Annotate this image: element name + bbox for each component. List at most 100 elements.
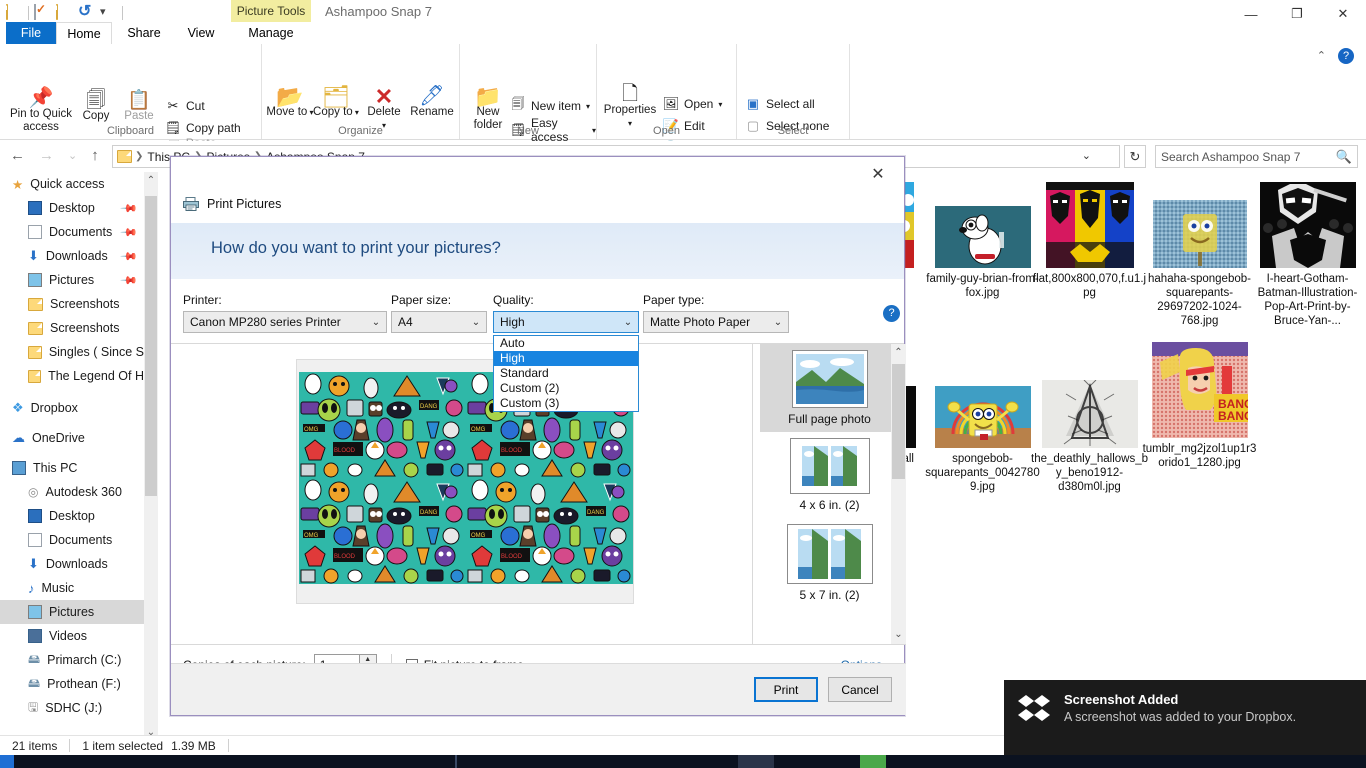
open-button[interactable]: 🖼 Open ▾ — [662, 94, 723, 114]
sidebar-item-screenshots[interactable]: Screenshots — [0, 292, 144, 316]
properties-icon[interactable] — [34, 3, 51, 22]
cut-button[interactable]: ✂ Cut — [165, 96, 205, 116]
tab-view[interactable]: View — [176, 22, 226, 44]
print-button[interactable]: Print — [754, 677, 818, 702]
taskbar-item[interactable] — [738, 755, 774, 768]
new-folder-icon[interactable] — [56, 3, 73, 22]
sidebar-item-dropbox[interactable]: ❖ Dropbox — [0, 396, 144, 420]
refresh-button[interactable]: ↻ — [1124, 145, 1146, 168]
sidebar-item-pictures[interactable]: Pictures 📌 — [0, 268, 144, 292]
sidebar-item-downloads[interactable]: ⬇ Downloads 📌 — [0, 244, 144, 268]
sidebar-item-downloads-pc[interactable]: ⬇ Downloads — [0, 552, 144, 576]
sidebar-item-this-pc[interactable]: This PC — [0, 456, 144, 480]
sidebar-item-quick-access[interactable]: ★ Quick access — [0, 172, 144, 196]
sidebar-item-screenshots-synced[interactable]: Screenshots — [0, 316, 144, 340]
dialog-close-button[interactable]: ✕ — [858, 161, 898, 187]
file-tile[interactable]: I-heart-Gotham-Batman-Illustration-Pop-A… — [1249, 172, 1366, 328]
quality-option-standard[interactable]: Standard — [494, 366, 638, 381]
paper-type-select[interactable]: Matte Photo Paper ⌄ — [643, 311, 789, 333]
scrollbar-thumb[interactable] — [145, 196, 157, 496]
sidebar-item-autodesk-360[interactable]: ◎ Autodesk 360 — [0, 480, 144, 504]
dropbox-notification-toast[interactable]: Screenshot Added A screenshot was added … — [1004, 680, 1366, 755]
copy-to-button[interactable]: 🗂 Copy to ▾ — [312, 86, 360, 119]
sidebar-item-documents[interactable]: Documents 📌 — [0, 220, 144, 244]
back-button[interactable]: ← — [10, 147, 25, 164]
pin-icon[interactable]: 📌 — [120, 271, 139, 289]
move-to-button[interactable]: 📂 Move to ▾ — [266, 86, 314, 119]
quality-option-high[interactable]: High — [494, 351, 638, 366]
scrollbar-thumb[interactable] — [892, 364, 905, 479]
sidebar-item-desktop-pc[interactable]: Desktop — [0, 504, 144, 528]
pin-icon[interactable]: 📌 — [120, 247, 139, 265]
file-tile[interactable]: family-guy-brian-from-fox.jpg — [924, 172, 1041, 300]
copy-button[interactable]: 🗐 Copy — [74, 91, 118, 123]
recent-locations-icon[interactable]: ⌄ — [68, 149, 77, 162]
sidebar-item-documents-pc[interactable]: Documents — [0, 528, 144, 552]
sidebar-item-desktop[interactable]: Desktop 📌 — [0, 196, 144, 220]
help-icon[interactable]: ? — [1338, 48, 1354, 64]
layout-option-full-page[interactable]: Full page photo — [759, 344, 900, 432]
tab-home[interactable]: Home — [56, 22, 112, 44]
printer-select[interactable]: Canon MP280 series Printer ⌄ — [183, 311, 387, 333]
layout-option-5x7[interactable]: 5 x 7 in. (2) — [760, 518, 900, 608]
quality-option-custom-3[interactable]: Custom (3) — [494, 396, 638, 411]
quality-option-custom-2[interactable]: Custom (2) — [494, 381, 638, 396]
file-tile[interactable]: BANG BANG tumblr_mg2jzol1up1r3orido1_128… — [1141, 342, 1258, 470]
file-tile[interactable]: flat,800x800,070,f.u1.jpg — [1031, 172, 1148, 300]
cancel-button[interactable]: Cancel — [828, 677, 892, 702]
layout-label: 4 x 6 in. (2) — [799, 498, 860, 512]
nav-pane-scrollbar[interactable]: ⌃ ⌄ — [144, 172, 158, 742]
properties-label: Properties — [603, 104, 657, 116]
collapse-ribbon-icon[interactable]: ⌃ — [1317, 49, 1326, 62]
taskbar-item[interactable] — [455, 755, 457, 768]
layout-scrollbar[interactable]: ⌃ ⌄ — [891, 344, 906, 644]
customize-qat-icon[interactable]: ▾ — [100, 5, 117, 22]
taskbar-item[interactable] — [860, 755, 886, 768]
rename-button[interactable]: 🖊 Rename — [406, 86, 458, 119]
qat-divider-2 — [122, 6, 123, 20]
file-tile[interactable]: the_deathly_hallows_by_beno1912-d380m0l.… — [1031, 352, 1148, 494]
scroll-up-arrow[interactable]: ⌃ — [144, 172, 158, 190]
quality-select[interactable]: High ⌄ — [493, 311, 639, 333]
sidebar-item-singles[interactable]: Singles ( Since S — [0, 340, 144, 364]
forward-button[interactable]: → — [39, 147, 54, 164]
scroll-up-arrow[interactable]: ⌃ — [891, 344, 906, 362]
group-label-clipboard: Clipboard — [106, 125, 155, 137]
tab-file[interactable]: File — [6, 22, 56, 44]
pin-icon[interactable]: 📌 — [120, 199, 139, 217]
taskbar-start-button[interactable] — [0, 755, 14, 768]
tab-manage[interactable]: Manage — [231, 22, 311, 44]
sidebar-item-sdhc-j[interactable]: 🖫 SDHC (J:) — [0, 696, 144, 720]
sidebar-item-legend-of-h[interactable]: The Legend Of H — [0, 364, 144, 388]
file-tile[interactable]: spongebob-squarepants_00427809.jpg — [924, 352, 1041, 494]
quality-option-auto[interactable]: Auto — [494, 336, 638, 351]
properties-button[interactable]: 🗋 Properties ▾ — [599, 84, 661, 130]
tab-share[interactable]: Share — [116, 22, 172, 44]
up-button[interactable]: ↑ — [91, 147, 99, 164]
scroll-down-arrow[interactable]: ⌄ — [891, 626, 906, 644]
search-input[interactable]: Search Ashampoo Snap 7 🔍 — [1155, 145, 1358, 168]
quality-dropdown-list[interactable]: Auto High Standard Custom (2) Custom (3) — [493, 335, 639, 412]
pin-icon[interactable]: 📌 — [120, 223, 139, 241]
chevron-down-icon[interactable]: ⌄ — [1082, 149, 1091, 162]
open-icon: 🖼 — [662, 96, 680, 111]
sidebar-item-pictures-pc[interactable]: Pictures — [0, 600, 144, 624]
file-tile[interactable]: hahaha-spongebob-squarepants-29697202-10… — [1141, 172, 1258, 328]
paper-size-field: Paper size: A4 ⌄ — [391, 293, 487, 333]
new-item-button[interactable]: 🗐 New item ▾ — [510, 96, 591, 116]
select-all-button[interactable]: ▣ Select all — [745, 94, 815, 114]
sidebar-item-videos[interactable]: Videos — [0, 624, 144, 648]
sidebar-item-prothean-f[interactable]: 🖴 Prothean (F:) — [0, 672, 144, 696]
dialog-help-icon[interactable]: ? — [883, 305, 900, 322]
folder-sync-icon — [28, 321, 43, 335]
undo-icon[interactable]: ↺ — [78, 3, 95, 22]
sidebar-item-music[interactable]: ♪ Music — [0, 576, 144, 600]
sidebar-item-primarch-c[interactable]: 🖴 Primarch (C:) — [0, 648, 144, 672]
paper-size-select[interactable]: A4 ⌄ — [391, 311, 487, 333]
music-icon: ♪ — [28, 580, 35, 596]
sidebar-item-onedrive[interactable]: ☁ OneDrive — [0, 426, 144, 450]
layout-option-4x6[interactable]: 4 x 6 in. (2) — [760, 432, 900, 518]
sidebar-label: SDHC (J:) — [45, 701, 103, 715]
folder-icon[interactable] — [6, 3, 23, 22]
paste-button[interactable]: 📋 Paste — [117, 91, 161, 123]
